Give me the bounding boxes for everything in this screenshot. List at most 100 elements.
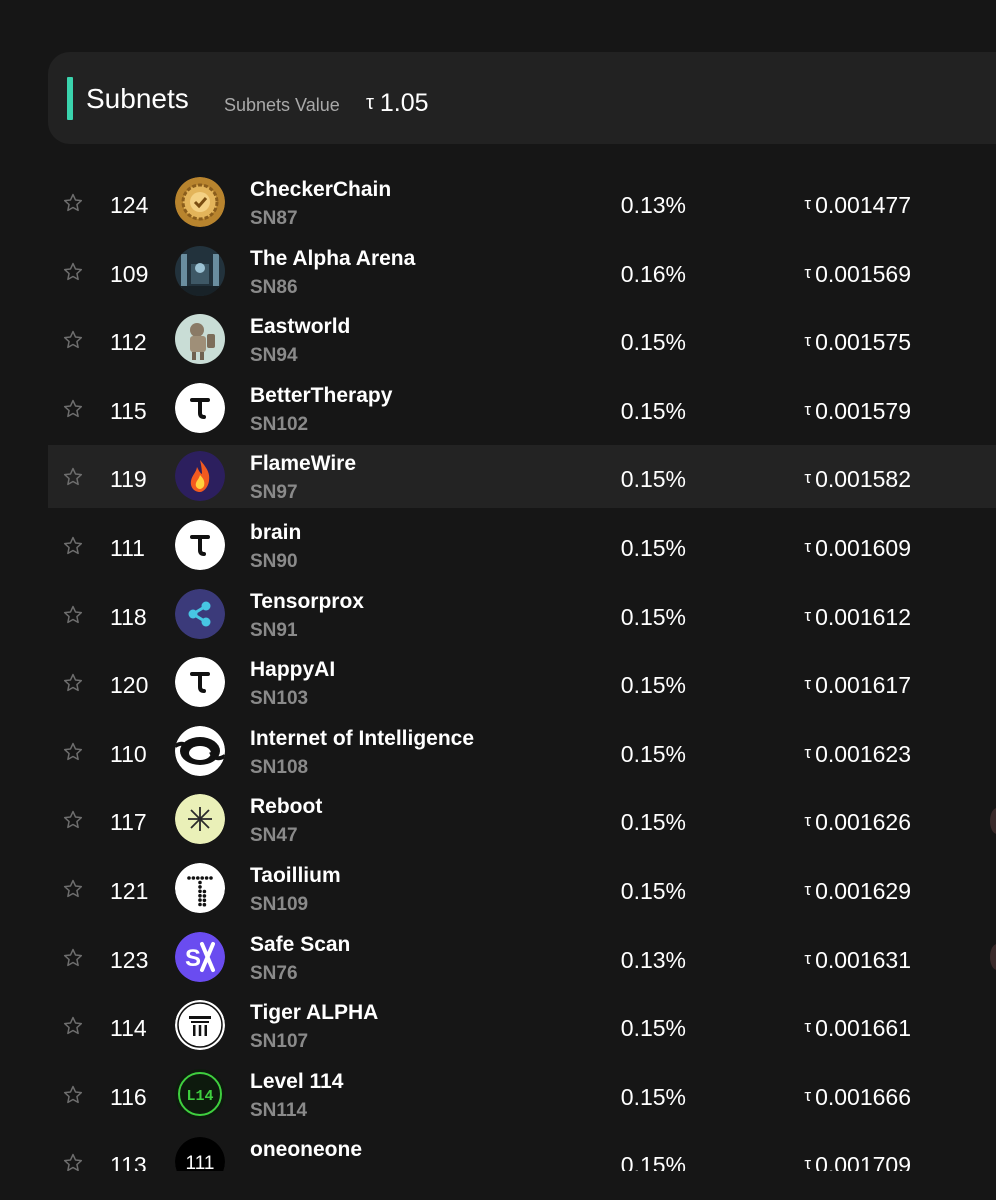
subnet-rank: 123 [110, 946, 149, 973]
tao-symbol-icon: τ [804, 674, 812, 694]
subnet-price: τ 0.001617 [728, 671, 911, 702]
table-row[interactable]: 119 FlameWire SN97 0.15% τ 0.001582 [48, 445, 996, 509]
subnet-price-value: 0.001709 [815, 1152, 911, 1171]
subnet-name[interactable]: Safe Scan [250, 932, 350, 958]
table-row[interactable]: 118 Tensorprox SN91 0.15% τ 0.001612 [48, 583, 996, 646]
subnet-percent: 0.15% [620, 329, 686, 356]
subnet-percent: 0.15% [620, 397, 686, 424]
subnet-rank: 110 [110, 740, 147, 767]
star-icon[interactable] [62, 535, 84, 557]
table-row[interactable]: 112 Eastworld SN94 0.15% τ 0.001575 [48, 308, 996, 371]
subnet-netuid: SN107 [250, 1031, 309, 1053]
star-icon[interactable] [62, 1084, 84, 1106]
subnet-price: τ 0.001629 [728, 877, 911, 908]
star-icon[interactable] [62, 1015, 84, 1037]
table-row[interactable]: 124 CheckerChain SN87 0.13% τ 0.001477 [48, 171, 996, 234]
subnet-price-value: 0.001609 [815, 535, 911, 561]
tao-logo-icon [175, 657, 225, 708]
subnet-name[interactable]: FlameWire [250, 451, 356, 477]
subnet-percent: 0.13% [620, 192, 686, 218]
subnet-name[interactable]: oneoneone [250, 1137, 362, 1163]
subnet-price-value: 0.001631 [815, 946, 911, 973]
subnet-price-value: 0.001617 [815, 672, 911, 699]
table-row[interactable]: 111 brain SN90 0.15% τ 0.001609 [48, 514, 996, 577]
table-row[interactable]: 113 111 oneoneone 0.15% τ 0.001709 [48, 1131, 996, 1171]
subnet-rank: 112 [110, 329, 147, 356]
subnet-name[interactable]: The Alpha Arena [250, 246, 415, 272]
subnet-name[interactable]: Internet of Intelligence [250, 726, 474, 752]
star-icon[interactable] [62, 261, 84, 283]
subnet-percent: 0.15% [620, 740, 686, 767]
star-icon[interactable] [62, 466, 84, 488]
subnet-price-value: 0.001629 [815, 878, 911, 904]
subnet-rank: 119 [110, 466, 147, 493]
table-row[interactable]: 117 Reboot SN47 0.15% τ 0.001626 [48, 788, 996, 851]
star-icon[interactable] [62, 878, 84, 900]
tao-symbol-icon: τ [804, 331, 812, 351]
subnet-price: τ 0.001477 [728, 191, 911, 222]
subnet-price-value: 0.001579 [815, 397, 911, 424]
star-icon[interactable] [62, 192, 84, 214]
star-icon[interactable] [62, 672, 84, 694]
star-icon[interactable] [62, 947, 84, 969]
subnet-rank: 109 [110, 260, 149, 287]
subnet-netuid: SN102 [250, 413, 309, 435]
subnet-price: τ 0.001623 [728, 740, 911, 771]
subnet-name[interactable]: Taoillium [250, 863, 341, 889]
subnet-netuid: SN76 [250, 962, 298, 984]
table-row[interactable]: 121 Taoillium SN109 0.15% τ 0.001629 [48, 857, 996, 920]
tao-symbol-icon: τ [804, 742, 812, 762]
tao-logo-icon [175, 520, 225, 570]
subnet-percent: 0.15% [620, 1015, 686, 1042]
table-row[interactable]: 123 S Safe Scan SN76 0.13% τ 0.001631 [48, 926, 996, 989]
subnet-price: τ 0.001626 [728, 808, 911, 839]
subnet-percent: 0.15% [620, 466, 686, 493]
subnet-name[interactable]: Tiger ALPHA [250, 1000, 378, 1026]
subnet-percent: 0.15% [620, 603, 686, 630]
subnet-rank: 120 [110, 672, 149, 699]
subnet-name[interactable]: brain [250, 520, 301, 546]
subnet-name[interactable]: Level 114 [250, 1069, 343, 1095]
subnet-name[interactable]: Reboot [250, 794, 322, 820]
star-icon[interactable] [62, 741, 84, 763]
subnet-percent: 0.16% [620, 260, 686, 287]
subnet-rank: 111 [110, 535, 145, 561]
star-icon[interactable] [62, 809, 84, 831]
table-row[interactable]: 110 Internet of Intelligence SN108 0.15% τ 0.… [48, 720, 996, 783]
subnet-name[interactable]: HappyAI [250, 657, 335, 683]
ring-logo-icon [175, 725, 225, 776]
star-icon[interactable] [62, 604, 84, 626]
star-icon[interactable] [62, 398, 84, 420]
table-row[interactable]: 115 BetterTherapy SN102 0.15% τ 0.001579 [48, 377, 996, 440]
star-icon[interactable] [62, 1152, 84, 1171]
subnet-price-value: 0.001575 [815, 329, 911, 356]
star-icon[interactable] [62, 329, 84, 351]
tao-symbol-icon: τ [804, 811, 812, 831]
subnet-netuid: SN108 [250, 756, 309, 778]
subnet-price-value: 0.001661 [815, 1015, 911, 1042]
subnet-price-value: 0.001477 [815, 192, 911, 218]
subnet-name[interactable]: CheckerChain [250, 177, 391, 203]
table-row[interactable]: 109 The Alpha Arena SN86 0.16% τ 0.001569 [48, 240, 996, 303]
table-row[interactable]: 116 L14 Level 114 SN114 0.15% τ 0.001666 [48, 1063, 996, 1126]
tao-symbol-icon: τ [804, 1085, 812, 1105]
subnet-netuid: SN114 [250, 1099, 308, 1121]
tao-logo-icon [175, 382, 225, 433]
table-row[interactable]: 114 Tiger ALPHA SN107 0.15% τ 0.001661 [48, 994, 996, 1057]
tao-symbol-icon: τ [804, 1154, 812, 1171]
subnet-name[interactable]: BetterTherapy [250, 383, 392, 409]
subnet-percent: 0.15% [620, 1083, 686, 1110]
sx-ribbon-logo-icon: S [175, 931, 225, 982]
subnet-name[interactable]: Tensorprox [250, 589, 364, 615]
subnet-price: τ 0.001661 [728, 1014, 911, 1045]
subnet-netuid: SN90 [250, 551, 298, 572]
subnet-price-value: 0.001569 [815, 260, 911, 287]
subnets-page: Subnets Subnets Value τ 1.05 124 CheckerCh… [0, 0, 996, 1200]
subnet-price-value: 0.001666 [815, 1083, 911, 1110]
subnet-percent: 0.15% [620, 535, 686, 561]
subnet-price: τ 0.001575 [728, 328, 911, 359]
subnets-value: τ 1.05 [366, 88, 429, 120]
subnet-name[interactable]: Eastworld [250, 314, 350, 340]
subnet-price-value: 0.001582 [815, 466, 911, 493]
table-row[interactable]: 120 HappyAI SN103 0.15% τ 0.001617 [48, 651, 996, 714]
